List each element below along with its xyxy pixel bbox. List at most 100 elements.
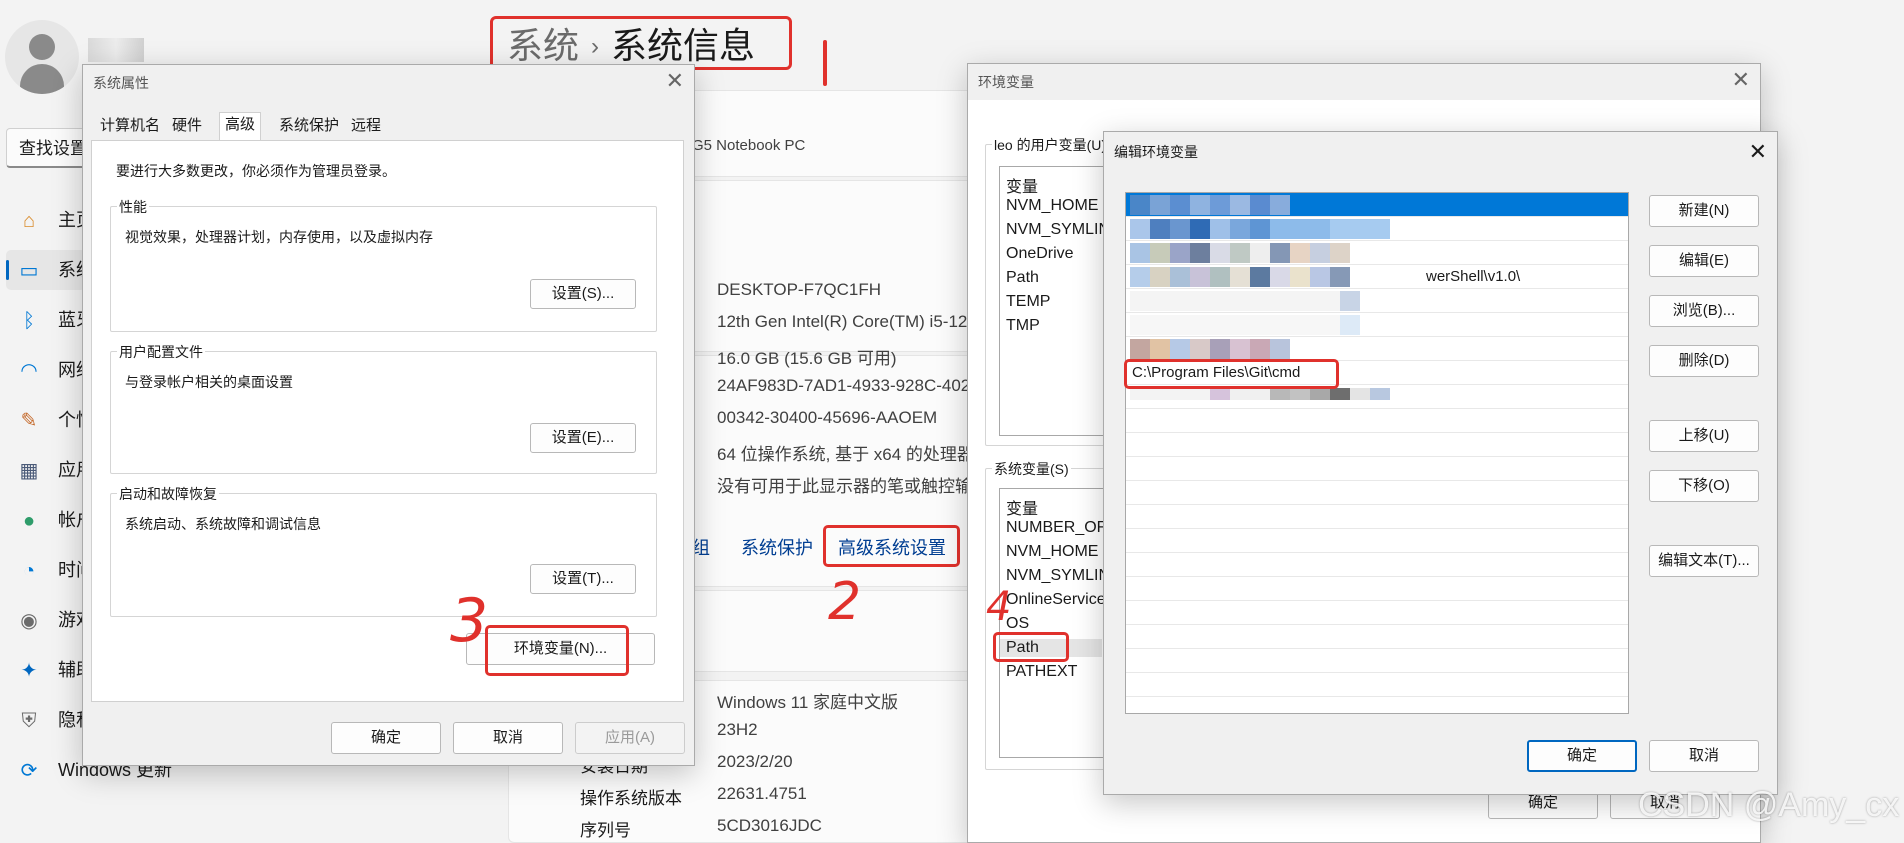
list-item[interactable]: PATHEXT <box>1006 663 1077 681</box>
admin-note: 要进行大多数更改，你必须作为管理员登录。 <box>116 163 396 179</box>
edit-ok-button[interactable]: 确定 <box>1527 740 1637 772</box>
cancel-button[interactable]: 取消 <box>453 722 563 754</box>
close-icon[interactable]: ✕ <box>666 67 684 95</box>
list-item[interactable]: Path <box>1006 269 1039 287</box>
edit-cancel-button[interactable]: 取消 <box>1649 740 1759 772</box>
list-item[interactable] <box>1126 481 1628 505</box>
nav-item-network[interactable]: ◠ 网络 <box>6 350 94 390</box>
tab-hardware[interactable]: 硬件 <box>167 114 207 138</box>
startup-recovery-settings-button[interactable]: 设置(T)... <box>530 564 636 594</box>
annotation-mark <box>823 40 827 86</box>
apply-button[interactable]: 应用(A) <box>575 722 685 754</box>
spec-edition: Windows 11 家庭中文版 <box>717 693 899 712</box>
account-icon: ● <box>22 510 36 532</box>
close-icon[interactable]: ✕ <box>1749 138 1767 166</box>
nav-item-apps[interactable]: ▦ 应用 <box>6 450 94 490</box>
tab-advanced[interactable]: 高级 <box>219 112 262 141</box>
list-item[interactable]: OnlineService <box>1006 591 1106 609</box>
nav-item-gaming[interactable]: ◉ 游戏 <box>6 600 94 640</box>
dialog-title: 编辑环境变量 <box>1114 144 1198 160</box>
list-item[interactable]: TEMP <box>1006 293 1050 311</box>
annotation-step-2: 2 <box>828 572 862 632</box>
nav-item-accounts[interactable]: ● 帐户 <box>6 500 94 540</box>
group-user-profiles: 用户配置文件 与登录帐户相关的桌面设置 设置(E)... <box>110 342 657 474</box>
obfuscated-entry <box>1130 243 1440 263</box>
spec-os-build: 22631.4751 <box>717 784 807 803</box>
list-item[interactable]: NVM_HOME <box>1006 543 1098 561</box>
user-profiles-settings-button[interactable]: 设置(E)... <box>530 423 636 453</box>
nav-item-privacy[interactable]: ⛨ 隐私 <box>6 700 95 740</box>
user-vars-list[interactable]: 变量 NVM_HOME NVM_SYMLIN OneDrive Path TEM… <box>999 166 1109 436</box>
annotation-step-4: 4 <box>986 584 1012 630</box>
highlight-advanced-settings <box>823 525 960 567</box>
spec-pen-touch: 没有可用于此显示器的笔或触控输 <box>717 477 972 496</box>
list-item[interactable] <box>1126 529 1628 553</box>
list-item[interactable]: NVM_SYMLIN <box>1006 221 1108 239</box>
group-title: 性能 <box>117 197 149 217</box>
device-model: G5 Notebook PC <box>692 137 806 154</box>
spec-ram: 16.0 GB (15.6 GB 可用) <box>717 349 897 368</box>
browse-button[interactable]: 浏览(B)... <box>1649 295 1759 327</box>
list-item[interactable]: TMP <box>1006 317 1040 335</box>
home-icon: ⌂ <box>22 210 36 232</box>
group-description: 系统启动、系统故障和调试信息 <box>125 516 321 532</box>
path-entries-list[interactable]: werShell\v1.0\ C:\Program Files\Git\cmd <box>1125 192 1629 714</box>
nav-item-home[interactable]: ⌂ 主页 <box>6 200 94 240</box>
list-item[interactable] <box>1126 601 1628 625</box>
delete-button[interactable]: 删除(D) <box>1649 345 1759 377</box>
settings-search-input[interactable]: 查找设置 <box>6 128 88 168</box>
spec-system-type: 64 位操作系统, 基于 x64 的处理器 <box>717 445 974 464</box>
group-description: 与登录帐户相关的桌面设置 <box>125 374 293 390</box>
tab-panel-advanced: 要进行大多数更改，你必须作为管理员登录。 性能 视觉效果，处理器计划，内存使用，… <box>91 140 684 702</box>
obfuscated-entry <box>1130 195 1440 215</box>
list-item[interactable] <box>1126 649 1628 673</box>
spec-product-id: 00342-30400-45696-AAOEM <box>717 408 938 427</box>
avatar[interactable] <box>5 20 79 94</box>
watermark: CSDN @Amy_cx <box>1638 786 1900 824</box>
list-item[interactable]: NVM_HOME <box>1006 197 1098 215</box>
nav-item-system[interactable]: ▭ 系统 <box>6 250 94 290</box>
move-down-button[interactable]: 下移(O) <box>1649 470 1759 502</box>
dialog-title: 环境变量 <box>978 74 1034 90</box>
highlight-path-variable <box>993 632 1069 662</box>
spec-device-name: DESKTOP-F7QC1FH <box>717 280 882 299</box>
nav-item-time[interactable]: ◔ 时间 <box>6 550 94 590</box>
spec-install-date: 2023/2/20 <box>717 752 793 771</box>
related-link-system-protection[interactable]: 系统保护 <box>741 534 813 560</box>
group-description: 视觉效果，处理器计划，内存使用，以及虚拟内存 <box>125 229 433 245</box>
list-item[interactable] <box>1126 673 1628 697</box>
system-vars-list[interactable]: 变量 NUMBER_OF_ NVM_HOME NVM_SYMLIN Online… <box>999 488 1109 758</box>
nav-item-accessibility[interactable]: ✦ 辅助 <box>6 650 94 690</box>
list-item[interactable]: NVM_SYMLIN <box>1006 567 1108 585</box>
performance-settings-button[interactable]: 设置(S)... <box>530 279 636 309</box>
edit-button[interactable]: 编辑(E) <box>1649 245 1759 277</box>
ok-button[interactable]: 确定 <box>331 722 441 754</box>
list-item[interactable] <box>1126 505 1628 529</box>
list-item[interactable] <box>1126 625 1628 649</box>
breadcrumb: 系统 › 系统信息 <box>490 16 792 70</box>
apps-icon: ▦ <box>19 460 39 482</box>
edit-text-button[interactable]: 编辑文本(T)... <box>1649 545 1759 577</box>
breadcrumb-parent[interactable]: 系统 <box>507 25 579 66</box>
chevron-right-icon: › <box>591 33 600 60</box>
tab-system-protection[interactable]: 系统保护 <box>274 114 344 138</box>
nav-item-bluetooth[interactable]: ᛒ 蓝牙 <box>6 300 94 340</box>
group-title: 用户配置文件 <box>117 342 205 362</box>
new-button[interactable]: 新建(N) <box>1649 195 1759 227</box>
list-item[interactable] <box>1126 457 1628 481</box>
list-item[interactable]: NUMBER_OF_ <box>1006 519 1108 537</box>
tab-remote[interactable]: 远程 <box>346 114 386 138</box>
list-item[interactable]: OneDrive <box>1006 245 1074 263</box>
annotation-step-3: 3 <box>450 586 489 656</box>
list-item[interactable] <box>1126 553 1628 577</box>
list-item[interactable] <box>1126 577 1628 601</box>
tab-computer-name[interactable]: 计算机名 <box>95 114 165 138</box>
group-startup-recovery: 启动和故障恢复 系统启动、系统故障和调试信息 设置(T)... <box>110 484 657 617</box>
close-icon[interactable]: ✕ <box>1732 66 1750 94</box>
list-item[interactable] <box>1126 409 1628 433</box>
nav-item-personalization[interactable]: ✎个性化 <box>6 400 112 440</box>
group-title: 系统变量(S) <box>992 459 1071 479</box>
move-up-button[interactable]: 上移(U) <box>1649 420 1759 452</box>
obfuscated-entry <box>1130 219 1440 239</box>
list-item[interactable] <box>1126 433 1628 457</box>
